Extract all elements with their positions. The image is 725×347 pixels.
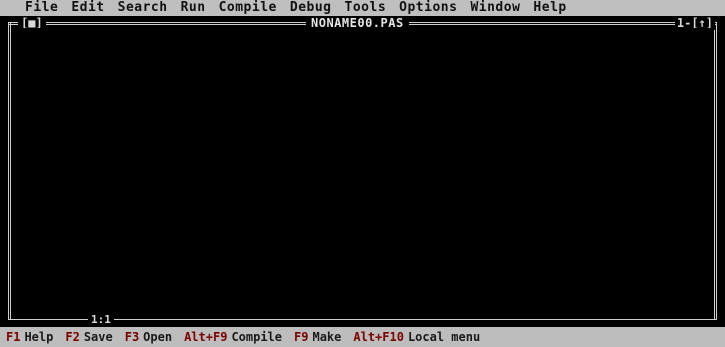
- menu-compile[interactable]: Compile: [219, 0, 277, 16]
- cursor-position-indicator: 1:1: [88, 314, 114, 326]
- menu-search[interactable]: Search: [118, 0, 168, 16]
- status-key: Alt+F9: [184, 330, 228, 344]
- status-make[interactable]: F9 Make: [294, 327, 341, 347]
- menu-run[interactable]: Run: [181, 0, 206, 16]
- status-help[interactable]: F1 Help: [6, 327, 53, 347]
- status-label: Save: [83, 330, 113, 344]
- status-key: F9: [294, 330, 309, 344]
- status-local-menu[interactable]: Alt+F10 Local menu: [353, 327, 480, 347]
- status-save[interactable]: F2 Save: [65, 327, 112, 347]
- menu-file[interactable]: File: [25, 0, 58, 16]
- menu-edit[interactable]: Edit: [71, 0, 104, 16]
- menu-help[interactable]: Help: [533, 0, 566, 16]
- window-frame-right[interactable]: [714, 22, 717, 320]
- status-key: F2: [65, 330, 80, 344]
- status-label: Local menu: [407, 330, 481, 344]
- status-key: Alt+F10: [353, 330, 404, 344]
- menu-debug[interactable]: Debug: [290, 0, 332, 16]
- menu-options[interactable]: Options: [399, 0, 457, 16]
- window-frame-bottom[interactable]: [8, 319, 717, 320]
- menu-bar: File Edit Search Run Compile Debug Tools…: [0, 0, 725, 16]
- status-label: Open: [143, 330, 173, 344]
- menu-window[interactable]: Window: [470, 0, 520, 16]
- menu-tools[interactable]: Tools: [345, 0, 387, 16]
- status-key: F1: [6, 330, 21, 344]
- status-bar: F1 Help F2 Save F3 Open Alt+F9 Compile F…: [0, 327, 725, 347]
- status-label: Help: [24, 330, 54, 344]
- status-key: F3: [124, 330, 140, 344]
- editor-window: [■] NONAME00.PAS 1-[↑] 1:1: [8, 16, 717, 326]
- window-frame-left: [8, 22, 11, 320]
- status-label: Make: [312, 330, 342, 344]
- status-compile[interactable]: Alt+F9 Compile: [184, 327, 282, 347]
- code-edit-area[interactable]: [14, 28, 711, 316]
- status-label: Compile: [231, 330, 283, 344]
- status-open[interactable]: F3 Open: [125, 327, 172, 347]
